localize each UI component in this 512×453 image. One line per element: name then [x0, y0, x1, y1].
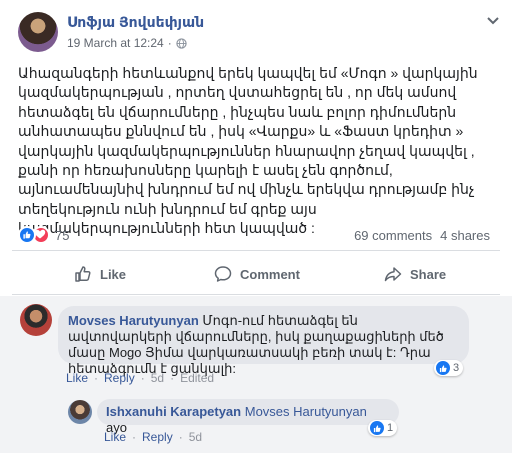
reaction-count: 75 — [55, 227, 70, 243]
post-body-text: Ահազանգերի հետևանքով երեկ կապվել եմ «Մոգ… — [18, 65, 478, 237]
comment-reaction-count: 3 — [453, 362, 460, 374]
comment-bubble: Movses Harutyunyan Մոգո-ում հետաձգել են … — [58, 306, 469, 376]
like-button[interactable]: Like — [74, 262, 126, 286]
share-icon — [384, 267, 402, 282]
comment-author-name[interactable]: Movses Harutyunyan — [68, 313, 199, 328]
shares-count[interactable]: 4 shares — [440, 228, 490, 243]
post-timestamp[interactable]: 19 March at 12:24 — [67, 36, 164, 50]
reply-like-link[interactable]: Like — [104, 430, 126, 444]
reply-reply-link[interactable]: Reply — [142, 430, 173, 444]
meta-separator: · — [167, 36, 172, 50]
post-stats: 69 comments 4 shares — [354, 228, 490, 243]
action-separator: · — [140, 371, 145, 385]
chevron-down-icon[interactable] — [486, 16, 500, 26]
comment-reaction-badge[interactable]: 3 — [434, 360, 464, 376]
reaction-summary[interactable]: 75 — [18, 226, 69, 244]
comment-reply-link[interactable]: Reply — [104, 371, 135, 385]
comment-button-label: Comment — [240, 266, 300, 282]
reply-mention[interactable]: Movses Harutyunyan — [245, 404, 367, 419]
reply-bubble: Ishxanuhi Karapetyan Movses Harutyunyan … — [97, 399, 399, 435]
comment-actions: Like · Reply · 5d · Edited — [66, 371, 214, 385]
action-separator: · — [94, 371, 99, 385]
commenter-avatar[interactable] — [20, 304, 52, 336]
comment-age[interactable]: 5d — [151, 371, 164, 385]
share-button[interactable]: Share — [384, 262, 446, 286]
facebook-post: Սոֆյա Յովսեփյան 19 March at 12:24 · Ահազ… — [0, 0, 512, 453]
comment-button[interactable]: Comment — [214, 262, 300, 286]
comment-icon — [214, 266, 232, 282]
post-meta: 19 March at 12:24 · — [67, 36, 187, 50]
action-separator: · — [178, 430, 183, 444]
action-separator: · — [132, 430, 137, 444]
post-author-name[interactable]: Սոֆյա Յովսեփյան — [67, 14, 204, 31]
action-separator: · — [170, 371, 175, 385]
reply-author-avatar[interactable] — [68, 400, 92, 424]
reply-reaction-badge[interactable]: 1 — [368, 420, 398, 436]
author-avatar[interactable] — [18, 12, 58, 52]
comment-like-link[interactable]: Like — [66, 371, 88, 385]
comments-count[interactable]: 69 comments — [354, 228, 432, 243]
share-button-label: Share — [410, 266, 447, 282]
like-button-label: Like — [100, 266, 127, 282]
like-reaction-icon — [436, 361, 450, 375]
comment-edited-label[interactable]: Edited — [180, 371, 214, 385]
reply-author-name[interactable]: Ishxanuhi Karapetyan — [106, 404, 241, 419]
actions-divider — [12, 294, 500, 295]
globe-icon — [176, 37, 187, 49]
reply-age[interactable]: 5d — [189, 430, 202, 444]
thumbs-up-icon — [75, 266, 91, 282]
reply-reaction-count: 1 — [387, 422, 394, 434]
like-reaction-icon — [370, 421, 384, 435]
reply-actions: Like · Reply · 5d — [104, 430, 202, 444]
stats-divider — [12, 250, 500, 251]
like-reaction-icon — [18, 226, 36, 244]
